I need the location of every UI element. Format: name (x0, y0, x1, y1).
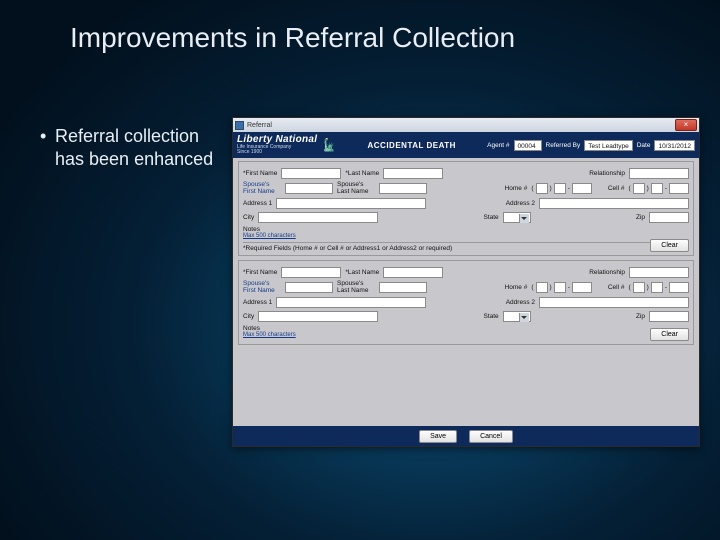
brand-since: Since 1900 (237, 150, 317, 155)
cell-label: Cell # (608, 185, 625, 192)
addr1-input[interactable] (276, 198, 426, 209)
cell-prefix-input-2[interactable] (651, 282, 663, 293)
zip-label-2: Zip (636, 313, 645, 320)
chars-link-2[interactable]: Max 500 characters (243, 332, 296, 338)
clear-button[interactable]: Clear (650, 239, 689, 252)
last-name-label: *Last Name (345, 170, 379, 177)
zip-input[interactable] (649, 212, 689, 223)
cell-line-input-2[interactable] (669, 282, 689, 293)
zip-label: Zip (636, 214, 645, 221)
referral-window: Referral × Liberty National Life Insuran… (232, 117, 700, 447)
cell-line-input[interactable] (669, 183, 689, 194)
slide-title: Improvements in Referral Collection (70, 22, 515, 54)
home-line-input[interactable] (572, 183, 592, 194)
relationship-input-2[interactable] (629, 267, 689, 278)
cell-area-input-2[interactable] (633, 282, 645, 293)
cell-phone-2: ( ) - (628, 282, 689, 293)
addr2-input[interactable] (539, 198, 689, 209)
home-area-input-2[interactable] (536, 282, 548, 293)
spouse-first-label: Spouse's First Name (243, 182, 281, 195)
last-name-input[interactable] (383, 168, 443, 179)
cell-area-input[interactable] (633, 183, 645, 194)
city-input[interactable] (258, 212, 378, 223)
state-label-2: State (484, 313, 499, 320)
paren-r: ) (550, 185, 552, 192)
spouse-first-input[interactable] (285, 183, 333, 194)
notes-label: Notes (243, 226, 260, 233)
agent-value[interactable]: 00004 (514, 140, 542, 151)
city-label: City (243, 214, 254, 221)
state-select-2[interactable] (503, 311, 531, 322)
addr2-input-2[interactable] (539, 297, 689, 308)
referral-card-2: *First Name *Last Name Relationship Spou… (238, 260, 694, 345)
clear-button-2[interactable]: Clear (650, 328, 689, 341)
state-label: State (484, 214, 499, 221)
agent-label: Agent # (487, 142, 509, 149)
torch-icon: 🗽 (321, 138, 336, 152)
home-phone: ( ) - (531, 183, 592, 194)
addr1-label: Address 1 (243, 200, 272, 207)
first-name-input-2[interactable] (281, 267, 341, 278)
date-label: Date (637, 142, 651, 149)
date-value[interactable]: 10/31/2012 (654, 140, 695, 151)
relationship-label: Relationship (589, 170, 625, 177)
last-name-input-2[interactable] (383, 267, 443, 278)
home-label-2: Home # (505, 284, 528, 291)
state-select[interactable] (503, 212, 531, 223)
zip-input-2[interactable] (649, 311, 689, 322)
spouse-last-input[interactable] (379, 183, 427, 194)
referred-label: Referred By (546, 142, 581, 149)
cell-phone: ( ) - (628, 183, 689, 194)
relationship-label-2: Relationship (589, 269, 625, 276)
spouse-last-label-2: Spouse's Last Name (337, 281, 375, 294)
home-area-input[interactable] (536, 183, 548, 194)
window-titlebar: Referral × (233, 118, 699, 132)
addr2-label-2: Address 2 (506, 299, 535, 306)
home-label: Home # (505, 185, 528, 192)
chars-link[interactable]: Max 500 characters (243, 233, 296, 239)
city-label-2: City (243, 313, 254, 320)
addr1-label-2: Address 1 (243, 299, 272, 306)
relationship-input[interactable] (629, 168, 689, 179)
home-line-input-2[interactable] (572, 282, 592, 293)
spouse-first-input-2[interactable] (285, 282, 333, 293)
home-prefix-input-2[interactable] (554, 282, 566, 293)
required-note: *Required Fields (Home # or Cell # or Ad… (243, 245, 689, 252)
window-title: Referral (247, 122, 272, 129)
header-title: ACCIDENTAL DEATH (342, 141, 481, 150)
notes-label-2: Notes (243, 325, 260, 332)
footer-bar: Save Cancel (233, 426, 699, 446)
brand-bar: Liberty National Life Insurance Company … (233, 132, 699, 158)
home-prefix-input[interactable] (554, 183, 566, 194)
close-button[interactable]: × (675, 119, 697, 131)
bullet-text: Referral collection has been enhanced (55, 125, 225, 172)
cell-label-2: Cell # (608, 284, 625, 291)
city-input-2[interactable] (258, 311, 378, 322)
home-phone-2: ( ) - (531, 282, 592, 293)
last-name-label-2: *Last Name (345, 269, 379, 276)
addr1-input-2[interactable] (276, 297, 426, 308)
first-name-label: *First Name (243, 170, 277, 177)
first-name-input[interactable] (281, 168, 341, 179)
save-button[interactable]: Save (419, 430, 457, 443)
spouse-first-label-2: Spouse's First Name (243, 281, 281, 294)
first-name-label-2: *First Name (243, 269, 277, 276)
referred-value[interactable]: Test Leadtype (584, 140, 632, 151)
addr2-label: Address 2 (506, 200, 535, 207)
spouse-last-label: Spouse's Last Name (337, 182, 375, 195)
app-icon (235, 121, 244, 130)
cell-prefix-input[interactable] (651, 183, 663, 194)
spouse-last-input-2[interactable] (379, 282, 427, 293)
cancel-button[interactable]: Cancel (469, 430, 513, 443)
referral-card-1: *First Name *Last Name Relationship Spou… (238, 161, 694, 256)
dash: - (568, 185, 570, 192)
paren-l: ( (531, 185, 533, 192)
